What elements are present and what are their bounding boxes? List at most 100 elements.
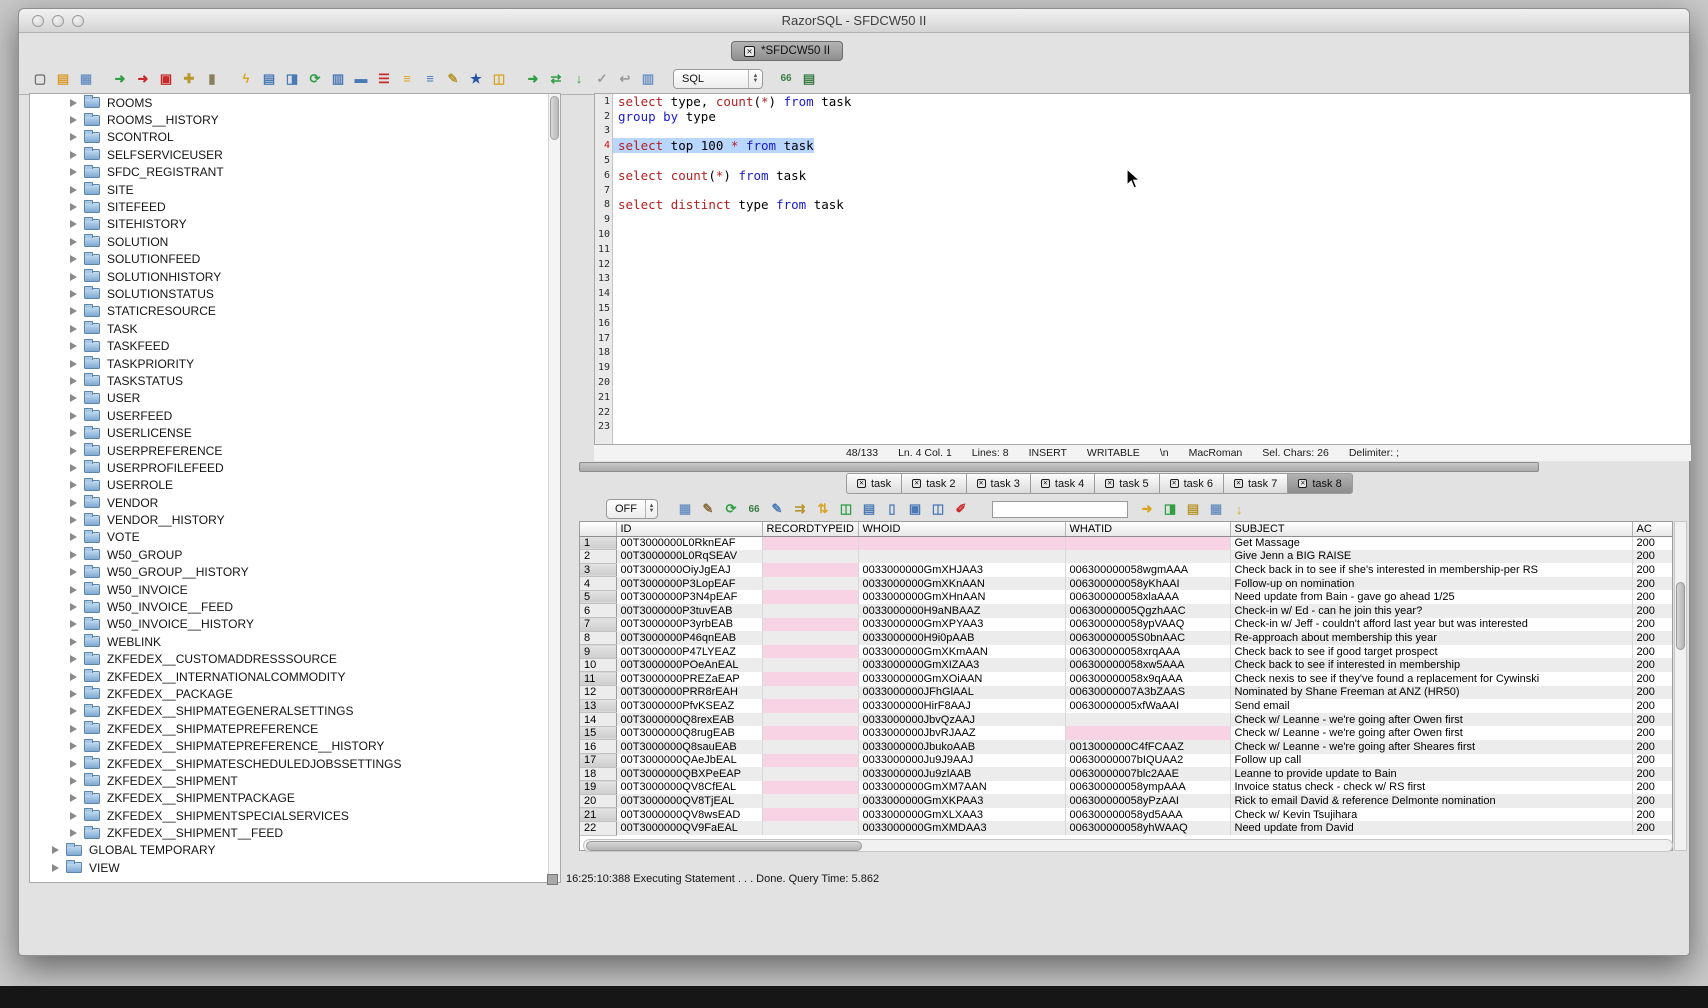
- paste-rows-icon[interactable]: ⇉: [791, 500, 809, 518]
- sql-editor[interactable]: 1select type, count(*) from task2group b…: [594, 93, 1691, 445]
- create-object-icon[interactable]: ✚: [180, 70, 198, 88]
- grid-cell[interactable]: 00630000007A3bZAAS: [1065, 686, 1230, 700]
- expand-triangle-icon[interactable]: [70, 742, 77, 750]
- row-number-cell[interactable]: 7: [580, 618, 616, 632]
- grid-cell[interactable]: 00T3000000PfvKSEAZ: [616, 699, 762, 713]
- tree-item[interactable]: SOLUTIONFEED: [30, 251, 560, 268]
- grid-cell[interactable]: Check w/ Leanne - we're going after Owen…: [1230, 726, 1632, 740]
- result-tab[interactable]: ✕task 6: [1159, 473, 1223, 494]
- grid-cell[interactable]: [1065, 550, 1230, 564]
- expand-triangle-icon[interactable]: [70, 342, 77, 350]
- expand-triangle-icon[interactable]: [70, 447, 77, 455]
- describe-icon[interactable]: ▤: [800, 70, 818, 88]
- table-row[interactable]: 2000T3000000QV8TjEAL0033000000GmXKPAA300…: [580, 794, 1673, 808]
- grid-cell[interactable]: 00T3000000Q8rugEAB: [616, 726, 762, 740]
- grid-cell[interactable]: Check back to see if interested in membe…: [1230, 658, 1632, 672]
- tree-item[interactable]: TASKFEED: [30, 337, 560, 354]
- grid-cell[interactable]: Send email: [1230, 699, 1632, 713]
- grid-cell[interactable]: 006300000058yPzAAI: [1065, 794, 1230, 808]
- grid-cell[interactable]: 00T3000000P3N4pEAF: [616, 590, 762, 604]
- grid-cell[interactable]: 006300000058ypVAAQ: [1065, 618, 1230, 632]
- grid-cell[interactable]: 00630000005xfWaAAI: [1065, 699, 1230, 713]
- expand-triangle-icon[interactable]: [70, 533, 77, 541]
- tree-item[interactable]: SOLUTIONSTATUS: [30, 285, 560, 302]
- schema-tree[interactable]: ROOMSROOMS__HISTORYSCONTROLSELFSERVICEUS…: [29, 93, 561, 883]
- grid-cell[interactable]: [1065, 536, 1230, 550]
- grid-cell[interactable]: Check w/ Kevin Tsujihara: [1230, 808, 1632, 822]
- expand-triangle-icon[interactable]: [70, 812, 77, 820]
- grid-cell[interactable]: 0033000000HirF8AAJ: [858, 699, 1065, 713]
- grid-cell[interactable]: 00T3000000P46qnEAB: [616, 631, 762, 645]
- column-header[interactable]: WHOID: [858, 522, 1065, 536]
- row-number-cell[interactable]: 11: [580, 672, 616, 686]
- grid-cell[interactable]: 00T3000000P47LYEAZ: [616, 645, 762, 659]
- grid-cell[interactable]: Check back in to see if she's interested…: [1230, 563, 1632, 577]
- grid-cell[interactable]: 200: [1632, 794, 1673, 808]
- tree-item[interactable]: TASKPRIORITY: [30, 355, 560, 372]
- tree-item[interactable]: ZKFEDEX__SHIPMATESCHEDULEDJOBSSETTINGS: [30, 755, 560, 772]
- tree-scrollbar[interactable]: [548, 94, 560, 882]
- grid-cell[interactable]: 00T3000000P3LopEAF: [616, 577, 762, 591]
- expand-triangle-icon[interactable]: [70, 325, 77, 333]
- tree-item[interactable]: USERPROFILEFEED: [30, 459, 560, 476]
- grid-cell[interactable]: 200: [1632, 577, 1673, 591]
- expand-triangle-icon[interactable]: [70, 638, 77, 646]
- editor-line[interactable]: 16: [595, 316, 1690, 331]
- combo-stepper-icon[interactable]: ▲▼: [645, 500, 657, 518]
- disconnect-icon[interactable]: ➜: [134, 70, 152, 88]
- row-number-cell[interactable]: 19: [580, 781, 616, 795]
- editor-line[interactable]: 15: [595, 301, 1690, 316]
- grid-vscroll-thumb[interactable]: [1676, 582, 1685, 650]
- expand-triangle-icon[interactable]: [70, 238, 77, 246]
- editor-line[interactable]: 13: [595, 272, 1690, 287]
- expand-triangle-icon[interactable]: [70, 777, 77, 785]
- table-row[interactable]: 1900T3000000QV8CfEAL0033000000GmXM7AAN00…: [580, 781, 1673, 795]
- grid-cell[interactable]: Follow-up on nomination: [1230, 577, 1632, 591]
- expand-triangle-icon[interactable]: [70, 220, 77, 228]
- result-tab[interactable]: ✕task: [846, 473, 901, 494]
- column-header[interactable]: AC: [1632, 522, 1673, 536]
- tree-item[interactable]: W50_INVOICE: [30, 581, 560, 598]
- grid-cell[interactable]: 0033000000GmXHnAAN: [858, 590, 1065, 604]
- row-number-cell[interactable]: 3: [580, 563, 616, 577]
- save-all-icon[interactable]: ▦: [1207, 500, 1225, 518]
- column-header[interactable]: WHATID: [1065, 522, 1230, 536]
- table-row[interactable]: 300T3000000OiyJgEAJ0033000000GmXHJAA3006…: [580, 563, 1673, 577]
- tree-item[interactable]: ZKFEDEX__SHIPMENT: [30, 772, 560, 789]
- table-row[interactable]: 500T3000000P3N4pEAF0033000000GmXHnAAN006…: [580, 590, 1673, 604]
- grid-view-icon[interactable]: ▤: [860, 500, 878, 518]
- grid-cell[interactable]: 0033000000JbukoAAB: [858, 740, 1065, 754]
- open-file-icon[interactable]: ▤: [54, 70, 72, 88]
- result-tab[interactable]: ✕task 8: [1287, 473, 1352, 494]
- expand-triangle-icon[interactable]: [70, 360, 77, 368]
- expand-triangle-icon[interactable]: [70, 690, 77, 698]
- grid-cell[interactable]: 00630000005S0bnAAC: [1065, 631, 1230, 645]
- grid-cell[interactable]: 006300000058yhWAAQ: [1065, 821, 1230, 835]
- tree-item[interactable]: SITEFEED: [30, 198, 560, 215]
- tree-item[interactable]: VENDOR__HISTORY: [30, 511, 560, 528]
- row-number-cell[interactable]: 20: [580, 794, 616, 808]
- results-grid[interactable]: IDRECORDTYPEIDWHOIDWHATIDSUBJECTAC100T30…: [579, 521, 1673, 851]
- grid-cell[interactable]: [1065, 726, 1230, 740]
- grid-cell[interactable]: [762, 658, 858, 672]
- grid-cell[interactable]: 200: [1632, 590, 1673, 604]
- connect-icon[interactable]: ➜: [111, 70, 129, 88]
- grid-cell[interactable]: [762, 699, 858, 713]
- table-export-icon[interactable]: ◫: [490, 70, 508, 88]
- edit-sql-icon[interactable]: ▤: [1184, 500, 1202, 518]
- table-row[interactable]: 1500T3000000Q8rugEAB0033000000JbvRJAAZCh…: [580, 726, 1673, 740]
- tree-item[interactable]: VENDOR: [30, 494, 560, 511]
- result-tab[interactable]: ✕task 7: [1223, 473, 1287, 494]
- minimize-window-button[interactable]: [52, 15, 64, 27]
- table-row[interactable]: 100T3000000L0RknEAFGet Massage200: [580, 536, 1673, 550]
- grid-cell[interactable]: 0033000000Ju9J9AAJ: [858, 754, 1065, 768]
- execute-icon[interactable]: ➜: [524, 70, 542, 88]
- form-view-icon[interactable]: ▯: [883, 500, 901, 518]
- expand-triangle-icon[interactable]: [70, 499, 77, 507]
- expand-triangle-icon[interactable]: [70, 603, 77, 611]
- grid-cell[interactable]: 00630000007bIQUAA2: [1065, 754, 1230, 768]
- grid-cell[interactable]: Need update from Bain - gave go ahead 1/…: [1230, 590, 1632, 604]
- grid-cell[interactable]: 00T3000000QV8CfEAL: [616, 781, 762, 795]
- favorites-icon[interactable]: ★: [467, 70, 485, 88]
- table-row[interactable]: 2100T3000000QV8wsEAD0033000000GmXLXAA300…: [580, 808, 1673, 822]
